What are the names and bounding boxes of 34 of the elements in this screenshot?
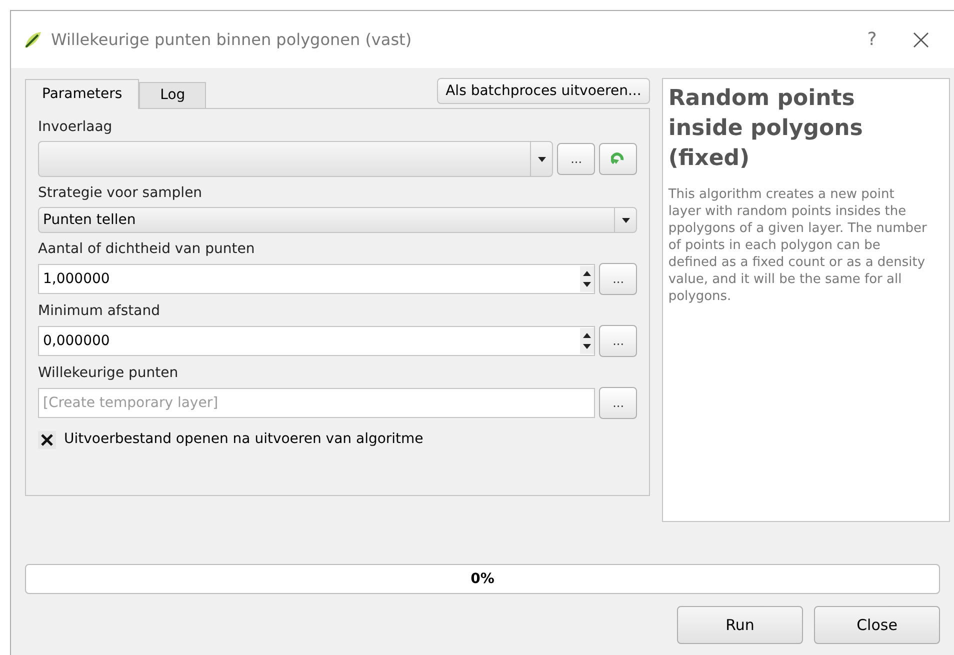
parameter-label: Invoerlaag bbox=[38, 118, 114, 137]
dropdown-caret-icon bbox=[538, 156, 546, 162]
help-button[interactable]: ? bbox=[852, 26, 892, 53]
output-field[interactable]: [Create temporary layer] bbox=[38, 388, 596, 418]
spinner-arrows-icon bbox=[580, 328, 594, 354]
strategy-dropdown[interactable]: Punten tellen bbox=[38, 207, 638, 233]
window-title: Willekeurige punten binnen polygonen (vast) bbox=[51, 28, 413, 50]
dialog-button[interactable]: Close bbox=[814, 606, 940, 644]
help-text: This algorithm creates a new point layer with random points insides the ppolygons of a given layer. The number of points in each polygon can be defined as a fixed count or as a density value, and it will be the same for all polygons. bbox=[668, 186, 928, 305]
browse-button[interactable]: ... bbox=[557, 143, 596, 175]
parameter-label: Aantal of dichtheid van punten bbox=[38, 240, 256, 259]
iterate-button[interactable] bbox=[599, 143, 638, 175]
spinner-arrows-icon bbox=[580, 266, 594, 292]
help-title: Random points inside polygons (fixed) bbox=[668, 85, 864, 173]
tab[interactable]: Parameters bbox=[25, 79, 140, 109]
checkbox[interactable] bbox=[38, 430, 56, 448]
tab[interactable]: Log bbox=[139, 82, 206, 108]
browse-button[interactable]: ... bbox=[599, 325, 638, 357]
browse-button[interactable]: ... bbox=[599, 387, 638, 419]
close-icon[interactable] bbox=[912, 30, 930, 48]
parameter-label: Strategie voor samplen bbox=[38, 184, 204, 203]
parameter-label: Minimum afstand bbox=[38, 302, 161, 321]
circular-arrow-icon bbox=[611, 152, 626, 166]
browse-button[interactable]: ... bbox=[599, 263, 638, 295]
batch-button[interactable]: Als batchproces uitvoeren... bbox=[436, 78, 650, 104]
dropdown-caret-icon bbox=[622, 218, 630, 222]
leaf-pen-icon bbox=[23, 30, 43, 50]
parameter-label: Willekeurige punten bbox=[38, 364, 180, 383]
number-field[interactable]: 1,000000 bbox=[38, 264, 596, 294]
dropdown-value: Punten tellen bbox=[42, 210, 137, 230]
dialog-button[interactable]: Run bbox=[677, 606, 803, 644]
progress-reading: 0% bbox=[470, 570, 494, 588]
checkbox-label: Uitvoerbestand openen na uitvoeren van algoritme bbox=[64, 430, 424, 449]
number-field[interactable]: 0,000000 bbox=[38, 326, 596, 356]
